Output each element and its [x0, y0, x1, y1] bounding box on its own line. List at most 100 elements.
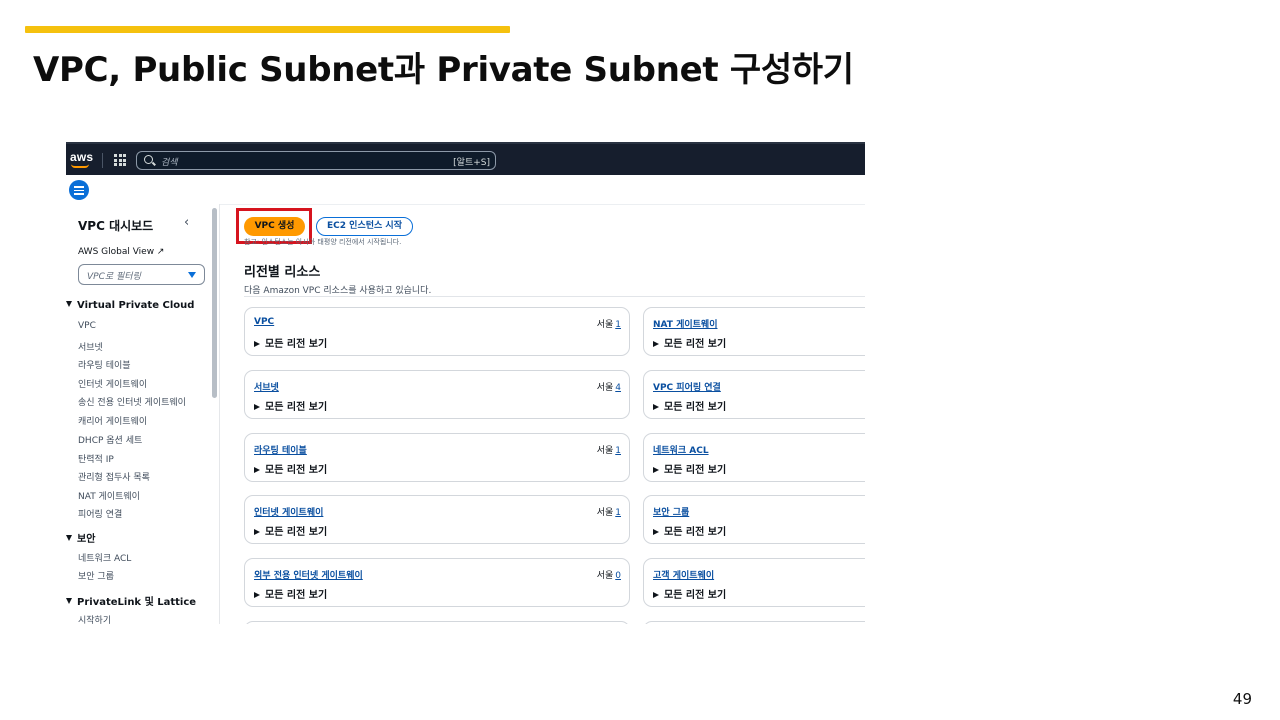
count-link[interactable]: 1 [615, 446, 621, 456]
show-all-regions-toggle[interactable]: 모든 리전 보기 [254, 461, 327, 476]
resource-card: 고객 게이트웨이 모든 리전 보기 [643, 558, 865, 607]
resource-card: 인터넷 게이트웨이 서울 1 모든 리전 보기 [244, 495, 630, 544]
resource-card: VPC 서울 1 모든 리전 보기 [244, 307, 630, 356]
resource-card [643, 621, 865, 624]
caret-down-icon [66, 535, 72, 541]
resource-link[interactable]: VPC [254, 317, 274, 327]
caret-right-icon [653, 529, 659, 535]
sidebar-item-elastic-ip[interactable]: 탄력적 IP [78, 452, 114, 465]
resource-card: 네트워크 ACL 모든 리전 보기 [643, 433, 865, 482]
resource-link[interactable]: 서브넷 [254, 380, 279, 393]
slide-title: VPC, Public Subnet과 Private Subnet 구성하기 [33, 50, 854, 90]
resource-link[interactable]: 보안 그룹 [653, 505, 689, 518]
sidebar-item-nat-gateways[interactable]: NAT 게이트웨이 [78, 489, 140, 502]
caret-down-icon [66, 598, 72, 604]
search-input[interactable]: 검색 [알트+S] [136, 151, 496, 170]
resource-card: 외부 전용 인터넷 게이트웨이 서울 0 모든 리전 보기 [244, 558, 630, 607]
show-all-regions-toggle[interactable]: 모든 리전 보기 [653, 586, 726, 601]
show-all-regions-toggle[interactable]: 모든 리전 보기 [653, 461, 726, 476]
nav-divider [102, 153, 103, 168]
resource-link[interactable]: NAT 게이트웨이 [653, 317, 717, 330]
show-all-regions-toggle[interactable]: 모든 리전 보기 [254, 335, 327, 350]
caret-right-icon [254, 341, 260, 347]
resource-card: VPC 피어링 연결 모든 리전 보기 [643, 370, 865, 419]
aws-logo[interactable]: aws [70, 150, 93, 164]
vpc-filter-select[interactable]: VPC로 필터링 [78, 264, 205, 285]
filter-placeholder: VPC로 필터링 [87, 272, 141, 282]
sidebar-divider [219, 204, 220, 624]
show-all-regions-toggle[interactable]: 모든 리전 보기 [653, 398, 726, 413]
services-grid-icon[interactable] [114, 154, 126, 166]
sidebar-item-subnets[interactable]: 서브넷 [78, 340, 103, 353]
resource-link[interactable]: 고객 게이트웨이 [653, 568, 714, 581]
count-link[interactable]: 1 [615, 508, 621, 518]
aws-logo-smile [71, 164, 89, 168]
launch-ec2-button[interactable]: EC2 인스턴스 시작 [316, 217, 413, 236]
sidebar-item-peering[interactable]: 피어링 연결 [78, 507, 122, 520]
sidebar-item-vpc[interactable]: VPC [78, 321, 96, 331]
resources-subtitle: 다음 Amazon VPC 리소스를 사용하고 있습니다. [244, 286, 432, 296]
aws-console-screenshot: aws 검색 [알트+S] VPC 대시보드 ‹ AWS Global View… [66, 142, 865, 624]
resource-card: 서브넷 서울 4 모든 리전 보기 [244, 370, 630, 419]
resource-link[interactable]: 라우팅 테이블 [254, 443, 307, 456]
region-count: 서울 1 [596, 446, 621, 456]
region-count: 서울 1 [596, 508, 621, 518]
resource-link[interactable]: 인터넷 게이트웨이 [254, 505, 323, 518]
sidebar-item-dhcp-options[interactable]: DHCP 옵션 세트 [78, 433, 142, 446]
chevron-left-icon[interactable]: ‹ [184, 215, 189, 230]
page-number: 49 [1232, 690, 1252, 708]
sidebar-item-egress-only-igw[interactable]: 송신 전용 인터넷 게이트웨이 [78, 395, 186, 408]
caret-down-icon [188, 272, 196, 278]
caret-right-icon [254, 404, 260, 410]
caret-right-icon [653, 341, 659, 347]
show-all-regions-toggle[interactable]: 모든 리전 보기 [254, 523, 327, 538]
count-link[interactable]: 0 [615, 571, 621, 581]
sidebar-section-vpc[interactable]: Virtual Private Cloud [66, 300, 194, 311]
region-count: 서울 4 [596, 383, 621, 393]
caret-right-icon [653, 592, 659, 598]
sidebar-item-carrier-gateways[interactable]: 캐리어 게이트웨이 [78, 414, 147, 427]
sidebar-scrollbar[interactable] [212, 208, 217, 398]
sidebar-item-getting-started[interactable]: 시작하기 [78, 613, 111, 624]
resource-card: NAT 게이트웨이 모든 리전 보기 [643, 307, 865, 356]
sidebar-item-network-acl[interactable]: 네트워크 ACL [78, 551, 131, 564]
show-all-regions-toggle[interactable]: 모든 리전 보기 [653, 335, 726, 350]
sidebar: VPC 대시보드 ‹ AWS Global View ↗ VPC로 필터링 Vi… [66, 204, 218, 624]
caret-right-icon [254, 529, 260, 535]
main-content: VPC 생성 EC2 인스턴스 시작 참고: 인스턴스는 아시아 태평양 리전에… [234, 204, 865, 624]
sidebar-section-privatelink[interactable]: PrivateLink 및 Lattice [66, 593, 196, 608]
region-note: 참고: 인스턴스는 아시아 태평양 리전에서 시작됩니다. [244, 238, 402, 246]
resources-title: 리전별 리소스 [244, 265, 321, 280]
sidebar-item-internet-gateways[interactable]: 인터넷 게이트웨이 [78, 377, 147, 390]
caret-right-icon [254, 592, 260, 598]
caret-right-icon [653, 467, 659, 473]
sidebar-title: VPC 대시보드 [78, 219, 154, 233]
show-all-regions-toggle[interactable]: 모든 리전 보기 [254, 398, 327, 413]
sidebar-item-route-tables[interactable]: 라우팅 테이블 [78, 358, 131, 371]
aws-top-nav: aws 검색 [알트+S] [66, 142, 865, 175]
caret-right-icon [653, 404, 659, 410]
resource-link[interactable]: VPC 피어링 연결 [653, 380, 721, 393]
sidebar-item-security-groups[interactable]: 보안 그룹 [78, 569, 114, 582]
resources-divider [244, 296, 865, 297]
resource-link[interactable]: 네트워크 ACL [653, 443, 709, 456]
hamburger-menu-icon[interactable] [69, 180, 89, 200]
region-count: 서울 1 [596, 320, 621, 330]
caret-down-icon [66, 301, 72, 307]
sidebar-section-security[interactable]: 보안 [66, 530, 95, 545]
slide: VPC, Public Subnet과 Private Subnet 구성하기 … [0, 0, 1280, 720]
count-link[interactable]: 1 [615, 320, 621, 330]
caret-right-icon [254, 467, 260, 473]
show-all-regions-toggle[interactable]: 모든 리전 보기 [653, 523, 726, 538]
show-all-regions-toggle[interactable]: 모든 리전 보기 [254, 586, 327, 601]
resource-card [244, 621, 630, 624]
search-shortcut: [알트+S] [453, 158, 490, 168]
sidebar-item-prefix-lists[interactable]: 관리형 접두사 목록 [78, 470, 150, 483]
count-link[interactable]: 4 [615, 383, 621, 393]
resource-link[interactable]: 외부 전용 인터넷 게이트웨이 [254, 568, 363, 581]
resource-card: 보안 그룹 모든 리전 보기 [643, 495, 865, 544]
title-accent-bar [25, 26, 510, 33]
region-count: 서울 0 [596, 571, 621, 581]
search-placeholder: 검색 [161, 158, 178, 168]
aws-global-view-link[interactable]: AWS Global View ↗ [78, 247, 164, 257]
